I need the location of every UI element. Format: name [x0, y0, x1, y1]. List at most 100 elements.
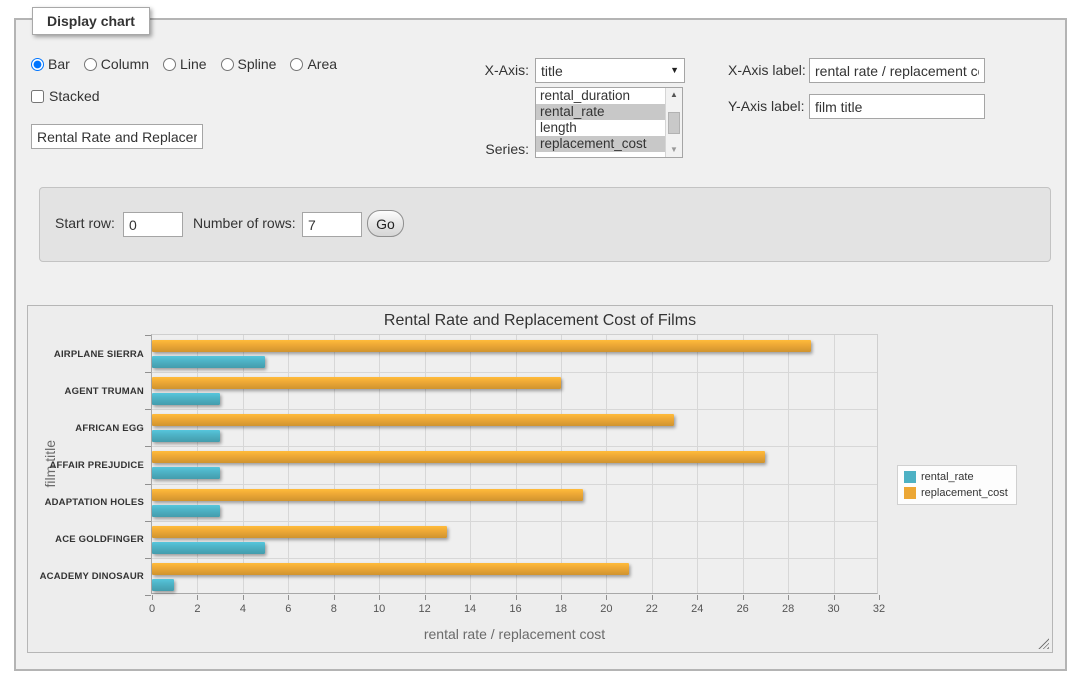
- chart-title: Rental Rate and Replacement Cost of Film…: [28, 312, 1052, 330]
- stacked-checkbox[interactable]: [31, 90, 44, 103]
- h-gridline: [152, 409, 877, 410]
- chart-title-input[interactable]: [31, 124, 203, 149]
- bar-rental_rate[interactable]: [152, 505, 220, 517]
- x-tick-label: 24: [680, 603, 714, 615]
- y-axis-tick: [145, 521, 151, 522]
- v-gridline: [470, 335, 471, 593]
- bar-replacement_cost[interactable]: [152, 451, 765, 463]
- x-axis-tick: [243, 595, 244, 600]
- x-tick-label: 10: [362, 603, 396, 615]
- resize-handle-icon[interactable]: [1038, 638, 1049, 649]
- radio-label-bar: Bar: [48, 56, 70, 72]
- y-axis-tick: [145, 446, 151, 447]
- number-of-rows-input[interactable]: [302, 212, 362, 237]
- category-label: AFFAIR PREJUDICE: [28, 460, 144, 471]
- y-axis-label-input[interactable]: [809, 94, 985, 119]
- category-label: ADAPTATION HOLES: [28, 497, 144, 508]
- plot-area: 02468101214161820222426283032AIRPLANE SI…: [151, 334, 878, 594]
- series-option-rental_rate[interactable]: rental_rate: [536, 104, 665, 120]
- bar-replacement_cost[interactable]: [152, 526, 447, 538]
- bar-replacement_cost[interactable]: [152, 377, 561, 389]
- x-axis-tick: [834, 595, 835, 600]
- x-axis-tick: [425, 595, 426, 600]
- legend-item-rental_rate[interactable]: rental_rate: [904, 471, 1008, 483]
- x-axis-tick: [288, 595, 289, 600]
- y-axis-tick: [145, 558, 151, 559]
- radio-label-spline: Spline: [238, 56, 277, 72]
- x-axis-select[interactable]: title: [535, 58, 685, 83]
- v-gridline: [425, 335, 426, 593]
- h-gridline: [152, 446, 877, 447]
- h-gridline: [152, 521, 877, 522]
- y-axis-tick: [145, 409, 151, 410]
- radio-column[interactable]: [84, 58, 97, 71]
- x-tick-label: 30: [817, 603, 851, 615]
- radio-area[interactable]: [290, 58, 303, 71]
- x-axis-tick: [197, 595, 198, 600]
- h-gridline: [152, 372, 877, 373]
- x-axis-tick: [788, 595, 789, 600]
- scroll-down-icon[interactable]: ▼: [667, 143, 681, 157]
- y-axis-label-label: Y-Axis label:: [728, 98, 805, 114]
- x-axis-tick: [561, 595, 562, 600]
- radio-bar[interactable]: [31, 58, 44, 71]
- radio-line[interactable]: [163, 58, 176, 71]
- x-axis-select-label: X-Axis:: [471, 62, 529, 78]
- legend-swatch-icon: [904, 487, 916, 499]
- x-tick-label: 4: [226, 603, 260, 615]
- v-gridline: [697, 335, 698, 593]
- x-axis-tick: [379, 595, 380, 600]
- y-axis-tick: [145, 372, 151, 373]
- x-axis-tick: [697, 595, 698, 600]
- scroll-up-icon[interactable]: ▲: [667, 88, 681, 102]
- x-axis-title: rental rate / replacement cost: [151, 626, 878, 642]
- bar-replacement_cost[interactable]: [152, 489, 583, 501]
- bar-rental_rate[interactable]: [152, 542, 265, 554]
- series-select-label: Series:: [471, 141, 529, 157]
- x-axis-tick: [470, 595, 471, 600]
- x-tick-label: 28: [771, 603, 805, 615]
- category-label: AIRPLANE SIERRA: [28, 349, 144, 360]
- bar-replacement_cost[interactable]: [152, 340, 811, 352]
- bar-rental_rate[interactable]: [152, 467, 220, 479]
- v-gridline: [197, 335, 198, 593]
- x-tick-label: 26: [726, 603, 760, 615]
- series-option-rental_duration[interactable]: rental_duration: [536, 88, 665, 104]
- bar-rental_rate[interactable]: [152, 430, 220, 442]
- radio-spline[interactable]: [221, 58, 234, 71]
- x-tick-label: 20: [589, 603, 623, 615]
- h-gridline: [152, 558, 877, 559]
- x-axis-tick: [879, 595, 880, 600]
- series-scrollbar[interactable]: ▲ ▼: [665, 88, 682, 157]
- fieldset-legend: Display chart: [32, 7, 150, 35]
- series-option-length[interactable]: length: [536, 120, 665, 136]
- bar-rental_rate[interactable]: [152, 356, 265, 368]
- legend-item-replacement_cost[interactable]: replacement_cost: [904, 487, 1008, 499]
- bar-replacement_cost[interactable]: [152, 563, 629, 575]
- category-label: AFRICAN EGG: [28, 423, 144, 434]
- x-tick-label: 12: [408, 603, 442, 615]
- x-tick-label: 32: [862, 603, 896, 615]
- x-tick-label: 14: [453, 603, 487, 615]
- v-gridline: [743, 335, 744, 593]
- x-axis-tick: [152, 595, 153, 600]
- x-axis-label-label: X-Axis label:: [728, 62, 806, 78]
- start-row-input[interactable]: [123, 212, 183, 237]
- series-option-replacement_cost[interactable]: replacement_cost: [536, 136, 665, 152]
- v-gridline: [379, 335, 380, 593]
- scrollbar-thumb[interactable]: [668, 112, 680, 134]
- v-gridline: [334, 335, 335, 593]
- series-multiselect[interactable]: rental_durationrental_ratelengthreplacem…: [535, 87, 683, 158]
- y-axis-tick: [145, 595, 151, 596]
- bar-replacement_cost[interactable]: [152, 414, 674, 426]
- go-button[interactable]: Go: [367, 210, 404, 237]
- bar-rental_rate[interactable]: [152, 579, 174, 591]
- x-axis-tick: [606, 595, 607, 600]
- x-tick-label: 16: [499, 603, 533, 615]
- chart-type-radio-group: BarColumnLineSplineArea: [31, 56, 347, 72]
- y-axis-tick: [145, 484, 151, 485]
- bar-rental_rate[interactable]: [152, 393, 220, 405]
- x-axis-label-input[interactable]: [809, 58, 985, 83]
- radio-label-area: Area: [307, 56, 337, 72]
- chart-container: Rental Rate and Replacement Cost of Film…: [27, 305, 1053, 653]
